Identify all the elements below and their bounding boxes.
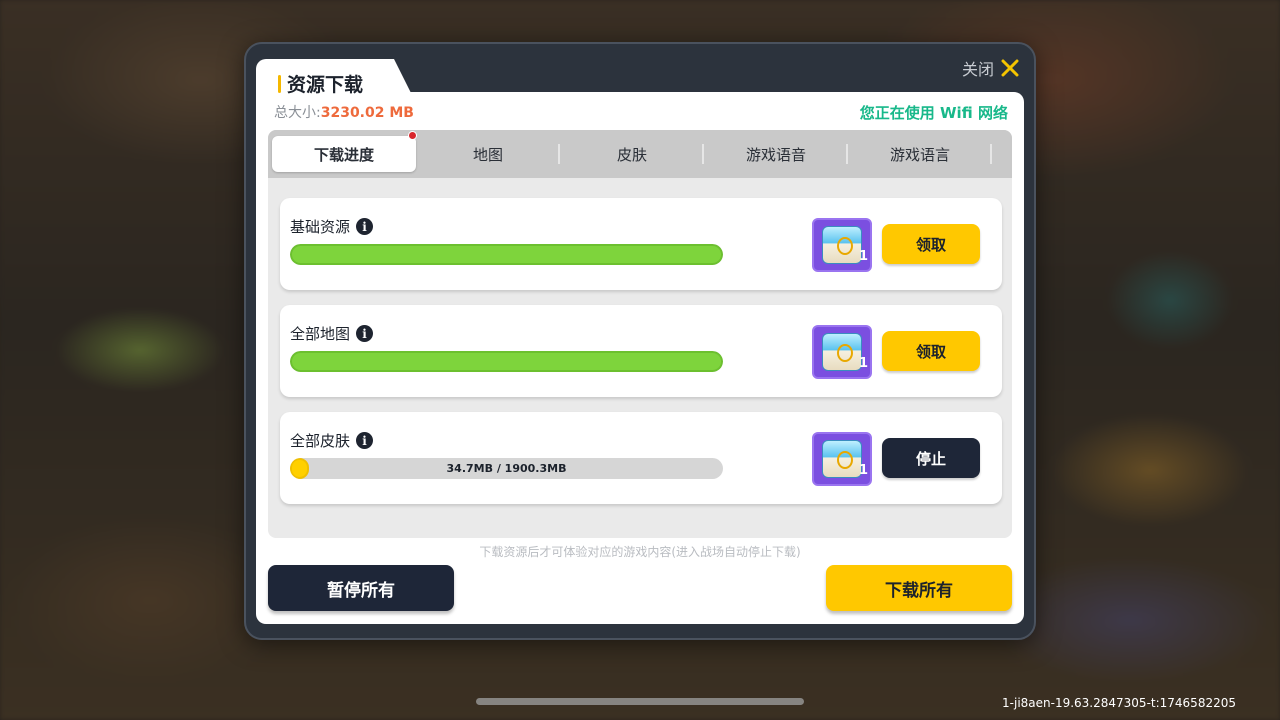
- close-icon: [1001, 59, 1019, 77]
- dialog-title-text: 资源下载: [287, 74, 364, 96]
- tab-label: 游戏语音: [745, 145, 806, 164]
- close-button[interactable]: 关闭: [962, 56, 1020, 80]
- content-area: 下载进度 地图 皮肤 游戏语音 游戏语言 基础资源 i 1 领取 全部地图 i …: [268, 130, 1012, 538]
- reward-chest: 1: [812, 432, 872, 486]
- info-icon[interactable]: i: [356, 218, 374, 235]
- tab-label: 游戏语言: [889, 145, 950, 164]
- reward-count: 1: [858, 249, 868, 264]
- network-status: 您正在使用 Wifi 网络: [859, 104, 1008, 122]
- tab-label: 下载进度: [313, 145, 374, 164]
- build-info: 1-ji8aen-19.63.2847305-t:1746582205: [1002, 696, 1236, 710]
- progress-text: [290, 244, 723, 265]
- info-icon[interactable]: i: [356, 325, 374, 342]
- claim-button[interactable]: 领取: [882, 331, 980, 371]
- resource-label: 全部地图 i: [290, 323, 374, 344]
- tab-skins[interactable]: 皮肤: [560, 136, 704, 172]
- resource-label: 基础资源 i: [290, 216, 374, 237]
- total-size-label: 总大小:: [274, 105, 321, 121]
- resource-card-skins: 全部皮肤 i 34.7MB / 1900.3MB 1 停止: [280, 412, 1002, 504]
- chest-icon: [822, 333, 862, 371]
- resource-name: 全部皮肤: [290, 432, 351, 450]
- resource-label: 全部皮肤 i: [290, 430, 374, 451]
- tab-game-language[interactable]: 游戏语言: [848, 136, 992, 172]
- resource-name: 基础资源: [290, 218, 351, 236]
- reward-count: 1: [858, 356, 868, 371]
- stop-button[interactable]: 停止: [882, 438, 980, 478]
- progress-bar: [290, 244, 723, 265]
- tab-label: 地图: [472, 145, 503, 164]
- tab-divider: [990, 144, 992, 164]
- reward-chest: 1: [812, 218, 872, 272]
- resource-card-maps: 全部地图 i 1 领取: [280, 305, 1002, 397]
- home-indicator[interactable]: [476, 698, 804, 705]
- reward-chest: 1: [812, 325, 872, 379]
- info-icon[interactable]: i: [356, 432, 374, 449]
- chest-icon: [822, 226, 862, 264]
- total-size: 总大小:3230.02 MB: [274, 102, 414, 122]
- reward-count: 1: [858, 463, 868, 478]
- tab-bar: 下载进度 地图 皮肤 游戏语音 游戏语言: [268, 130, 1012, 178]
- tab-maps[interactable]: 地图: [416, 136, 560, 172]
- tab-game-voice[interactable]: 游戏语音: [704, 136, 848, 172]
- chest-icon: [822, 440, 862, 478]
- progress-bar: 34.7MB / 1900.3MB: [290, 458, 723, 479]
- resource-card-basic: 基础资源 i 1 领取: [280, 198, 1002, 290]
- download-all-button[interactable]: 下载所有: [826, 565, 1012, 611]
- resource-name: 全部地图: [290, 325, 351, 343]
- progress-text: 34.7MB / 1900.3MB: [446, 462, 567, 475]
- progress-text: [290, 351, 723, 372]
- title-accent-bar: [278, 74, 281, 93]
- pause-all-button[interactable]: 暂停所有: [268, 565, 454, 611]
- dialog-title: 资源下载: [278, 70, 363, 97]
- progress-bar: [290, 351, 723, 372]
- close-label: 关闭: [962, 60, 995, 79]
- download-hint: 下载资源后才可体验对应的游戏内容(进入战场自动停止下载): [479, 545, 801, 559]
- claim-button[interactable]: 领取: [882, 224, 980, 264]
- tab-label: 皮肤: [616, 145, 647, 164]
- total-size-value: 3230.02 MB: [320, 105, 414, 121]
- tab-download-progress[interactable]: 下载进度: [272, 131, 417, 172]
